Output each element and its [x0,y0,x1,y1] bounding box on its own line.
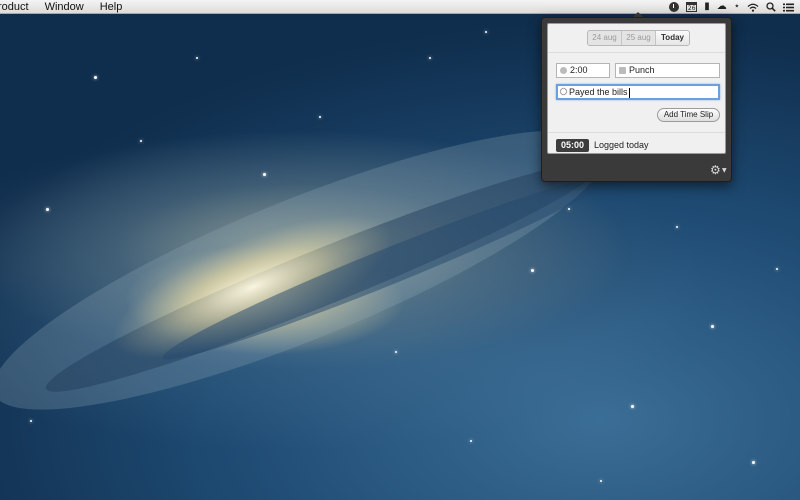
notes-field[interactable]: Payed the bills [556,84,720,100]
star [470,440,472,442]
app-timer-icon[interactable] [669,2,680,12]
star [711,325,714,328]
star [485,31,487,33]
star [395,351,397,353]
project-field[interactable]: Punch [615,63,720,78]
duration-value: 2:00 [570,65,588,75]
total-time-badge: 05:00 [556,139,589,152]
menu-bar: roduct Window Help 26 ▮ ☁ ⋆ [0,0,800,14]
search-icon[interactable] [766,2,776,12]
duration-field[interactable]: 2:00 [556,63,610,78]
divider [548,52,725,53]
star [319,116,321,118]
star [140,140,142,142]
bluetooth-icon[interactable]: ⋆ [734,0,740,14]
star [263,173,266,176]
star [531,269,534,272]
menu-product[interactable]: roduct [0,0,37,14]
star [429,57,431,59]
tab-24-aug[interactable]: 24 aug [588,31,622,45]
tab-25-aug[interactable]: 25 aug [622,31,656,45]
add-time-slip-button[interactable]: Add Time Slip [657,108,720,122]
star [776,268,778,270]
star [600,480,602,482]
star [568,208,570,210]
chevron-down-icon[interactable]: ▼ [722,167,727,174]
menu-window[interactable]: Window [37,0,92,14]
star [196,57,198,59]
wifi-icon[interactable] [747,3,759,12]
gear-icon[interactable]: ⚙ [710,164,721,176]
star [46,208,49,211]
time-slip-popover: 24 aug 25 aug Today 2:00 Punch Payed the… [541,17,732,182]
star [94,76,97,79]
clock-icon [560,67,567,74]
paperclip-icon [558,86,569,97]
star [631,405,634,408]
list-icon[interactable] [783,3,794,12]
bookmark-icon[interactable]: ▮ [704,0,710,14]
star [30,420,32,422]
date-segmented-control: 24 aug 25 aug Today [587,30,690,46]
star [676,226,678,228]
project-icon [619,67,626,74]
project-value: Punch [629,65,655,75]
star [752,461,755,464]
notes-value: Payed the bills [569,87,628,97]
calendar-icon[interactable]: 26 [686,2,698,12]
divider [548,132,725,133]
cloud-icon[interactable]: ☁ [717,0,727,14]
total-time-label: Logged today [594,140,649,150]
tab-today[interactable]: Today [656,31,689,45]
text-caret [628,87,630,98]
time-slip-panel: 24 aug 25 aug Today 2:00 Punch Payed the… [547,23,726,154]
menu-help[interactable]: Help [92,0,131,14]
menu-extras: 26 ▮ ☁ ⋆ [669,0,794,14]
